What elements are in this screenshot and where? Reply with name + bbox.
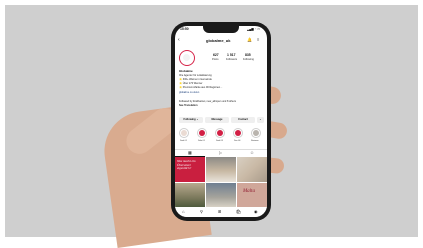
add-post-icon[interactable]: ⊞ <box>218 209 222 214</box>
stat-followers-label[interactable]: Followers <box>226 59 237 62</box>
avatar[interactable] <box>179 50 195 66</box>
post-tile[interactable] <box>175 183 205 207</box>
stat-followers-count[interactable]: 1 517 <box>227 54 236 57</box>
photo-scene: 15:50 ▂▄▆ ◔ ▭ ‹ globalme_uk 🔔 ≡ 627 Post… <box>0 0 423 242</box>
back-icon[interactable]: ‹ <box>178 38 180 43</box>
stat-posts-label: Posts <box>212 59 219 62</box>
post-tile[interactable] <box>206 157 236 182</box>
stat-following-count[interactable]: 835 <box>245 54 251 57</box>
phone-notch <box>203 26 239 33</box>
suggest-button[interactable]: ⌄ <box>257 117 264 123</box>
highlight-cover <box>253 130 259 136</box>
highlight-label: Dela 01 <box>198 140 205 142</box>
highlight-cover <box>199 130 205 136</box>
highlight-cover <box>235 130 241 136</box>
post-caption: Malta <box>243 189 255 195</box>
highlight-label: Deal 01 <box>180 140 187 142</box>
phone-screen: 15:50 ▂▄▆ ◔ ▭ ‹ globalme_uk 🔔 ≡ 627 Post… <box>175 26 267 217</box>
highlight-label: Deal 03 <box>216 140 223 142</box>
grid-tab-icon[interactable]: ▦ <box>188 150 192 155</box>
post-tile[interactable] <box>206 183 236 207</box>
message-button[interactable]: Message <box>205 117 229 123</box>
avatar-logo <box>183 54 190 61</box>
post-tile[interactable]: Malta <box>237 183 267 207</box>
search-icon[interactable]: ⚲ <box>200 209 203 214</box>
profile-username[interactable]: globalme_uk <box>206 39 230 43</box>
profile-name: Globalme <box>179 70 193 73</box>
post-caption: Was macht ein Übersetzer eigentlich? <box>177 160 203 171</box>
menu-icon[interactable]: ≡ <box>257 38 259 42</box>
highlight-cover <box>217 130 223 136</box>
highlight-label: Reviews <box>251 140 259 142</box>
bio-link[interactable]: globalme.co.uk/en <box>179 92 199 95</box>
highlight-1[interactable] <box>179 128 189 138</box>
profile-icon[interactable]: ◉ <box>254 209 258 214</box>
tagged-tab-icon[interactable]: ☺ <box>250 150 254 155</box>
see-translation-link[interactable]: See Translation <box>179 105 197 108</box>
status-time: 15:50 <box>180 28 189 31</box>
highlight-cover <box>181 130 187 136</box>
following-button[interactable]: Following ⌄ <box>179 117 203 123</box>
highlight-5[interactable] <box>251 128 261 138</box>
bell-icon[interactable]: 🔔 <box>247 38 252 42</box>
highlight-label: Des 06 <box>234 140 240 142</box>
highlight-4[interactable] <box>233 128 243 138</box>
bio-line: ⭐ Premium-Marke aus 90 Regionen... <box>179 87 222 90</box>
status-icons: ▂▄▆ ◔ ▭ <box>247 28 260 31</box>
stat-posts-count: 627 <box>213 54 219 57</box>
post-tile[interactable]: Was macht ein Übersetzer eigentlich? <box>175 157 205 182</box>
stat-following-label[interactable]: Following <box>243 59 254 62</box>
highlight-3[interactable] <box>215 128 225 138</box>
post-tile[interactable] <box>237 157 267 182</box>
shop-icon[interactable]: 🛍 <box>236 209 241 215</box>
contact-button[interactable]: Contact <box>231 117 255 123</box>
reels-tab-icon[interactable]: ▷ <box>219 150 222 155</box>
highlight-2[interactable] <box>197 128 207 138</box>
home-icon[interactable]: ⌂ <box>182 209 185 214</box>
